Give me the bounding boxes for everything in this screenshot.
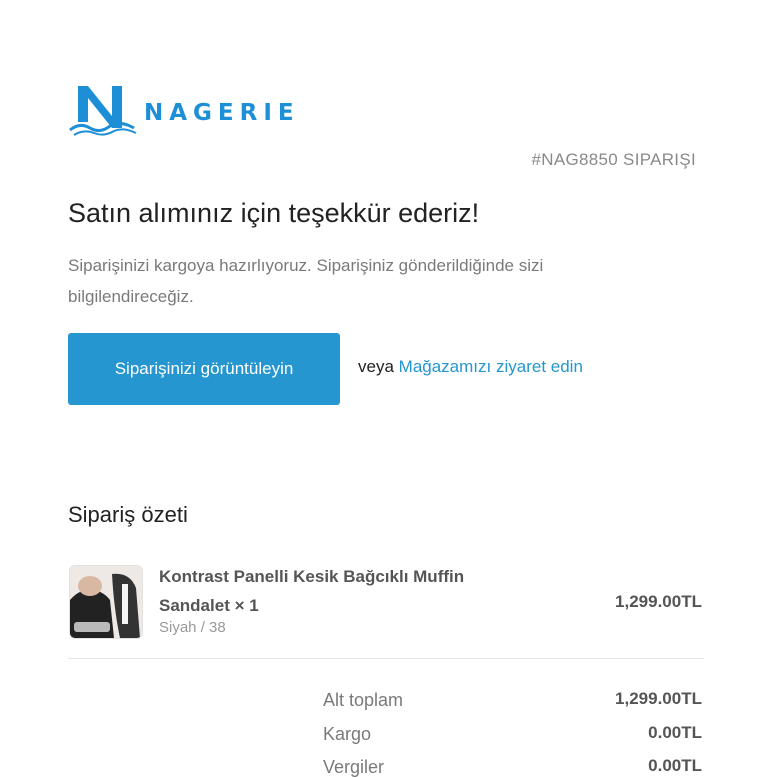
- view-order-button[interactable]: Siparişinizi görüntüleyin: [68, 333, 340, 405]
- subtotal-value: 1,299.00TL: [615, 689, 702, 708]
- taxes-value: 0.00TL: [648, 756, 702, 775]
- visit-store-link[interactable]: Mağazamızı ziyaret edin: [399, 357, 583, 376]
- product-name: Kontrast Panelli Kesik Bağcıklı Muffin S…: [159, 567, 465, 615]
- product-thumbnail: [69, 565, 143, 639]
- divider: [68, 658, 704, 659]
- subtotal-label: Alt toplam: [323, 690, 404, 710]
- or-text: veya: [358, 357, 394, 376]
- shipping-label: Kargo: [323, 724, 372, 744]
- brand-logo: NAGERIE: [68, 82, 300, 138]
- product-price: 1,299.00TL: [615, 592, 702, 611]
- page-subtitle: Siparişinizi kargoya hazırlıyoruz. Sipar…: [68, 256, 544, 306]
- brand-name: NAGERIE: [144, 100, 300, 126]
- summary-title: Sipariş özeti: [68, 502, 188, 527]
- product-variant: Siyah / 38: [159, 619, 226, 636]
- store-link-line: veya Mağazamızı ziyaret edin: [358, 357, 583, 377]
- wave-n-logo-icon: [69, 86, 137, 136]
- order-number: #NAG8850 SIPARIŞI: [531, 150, 696, 169]
- page-title: Satın alımınız için teşekkür ederiz!: [68, 198, 480, 228]
- shipping-value: 0.00TL: [648, 723, 702, 742]
